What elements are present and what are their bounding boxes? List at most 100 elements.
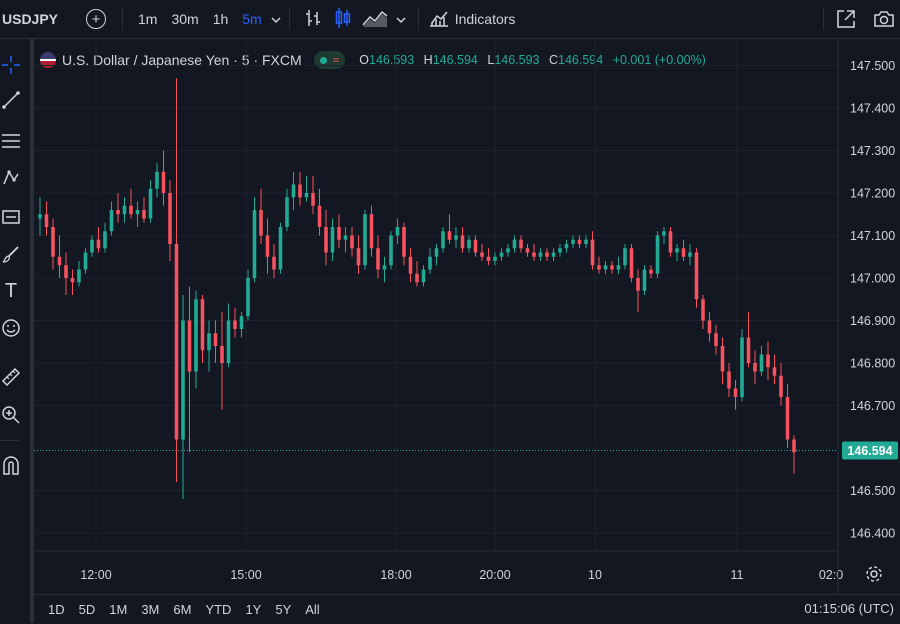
bar-chart-type-icon[interactable] — [304, 8, 322, 31]
interval-group: 1m 30m 1h 5m — [131, 0, 281, 38]
candle-body — [239, 316, 244, 329]
candle-body — [142, 210, 146, 219]
candle-body — [668, 231, 673, 253]
range-1d[interactable]: 1D — [48, 602, 65, 617]
pattern-tool-icon[interactable] — [0, 167, 22, 189]
chart-type-chevron-down-icon[interactable] — [396, 12, 406, 27]
symbol-search[interactable]: USDJPY — [2, 0, 68, 38]
candle-body — [135, 210, 140, 215]
candle-body — [246, 278, 250, 317]
candle-body — [83, 252, 88, 270]
indicators-button[interactable]: Indicators — [429, 0, 516, 38]
candle-body — [363, 214, 367, 266]
candle-body — [584, 239, 588, 244]
range-6m[interactable]: 6M — [173, 602, 191, 617]
range-5d[interactable]: 5D — [79, 602, 96, 617]
candle-body — [441, 231, 445, 249]
candle-body — [779, 375, 783, 397]
candle-body — [103, 231, 107, 249]
y-tick-label: 147.100 — [850, 229, 895, 243]
candle-body — [90, 239, 94, 253]
candle-body — [460, 235, 465, 249]
candle-body — [343, 235, 348, 240]
candles-chart-type-icon[interactable] — [334, 7, 352, 32]
candle-body — [38, 214, 42, 219]
forecast-tool-icon[interactable] — [0, 206, 22, 228]
candle-body — [194, 299, 198, 372]
candle-body — [642, 269, 647, 291]
bottom-toolbar: 1D 5D 1M 3M 6M YTD 1Y 5Y All 01:15:06 (U… — [34, 594, 900, 624]
candle-body — [525, 248, 530, 253]
candle-body — [44, 214, 49, 227]
zoom-in-icon[interactable] — [0, 404, 22, 426]
candle-body — [753, 363, 757, 372]
utc-clock[interactable]: 01:15:06 (UTC) — [804, 601, 894, 616]
candle-body — [376, 248, 380, 270]
candle-body — [304, 193, 309, 198]
area-chart-type-icon[interactable] — [362, 8, 388, 31]
interval-1h[interactable]: 1h — [213, 11, 229, 27]
divider — [417, 8, 419, 30]
ruler-icon[interactable] — [0, 366, 22, 388]
candle-body — [636, 278, 640, 291]
candle-body — [454, 235, 458, 240]
range-1y[interactable]: 1Y — [245, 602, 261, 617]
candle-body — [558, 248, 562, 253]
candle-body — [428, 256, 432, 270]
candle-body — [64, 265, 68, 278]
candle-body — [369, 214, 374, 249]
candle-body — [421, 269, 426, 283]
x-tick-label: 20:00 — [479, 568, 510, 582]
y-tick-label: 147.300 — [850, 144, 895, 158]
candle-body — [701, 299, 705, 321]
candle-body — [252, 210, 257, 278]
candle-body — [603, 265, 608, 270]
candle-body — [707, 320, 712, 334]
text-tool-icon[interactable]: T — [0, 280, 22, 302]
trend-line-icon[interactable] — [0, 89, 22, 111]
candle-body — [70, 278, 75, 283]
y-tick-label: 146.400 — [850, 527, 895, 541]
interval-5m[interactable]: 5m — [242, 11, 261, 27]
brush-icon[interactable] — [0, 243, 22, 265]
x-tick-label: 11 — [731, 568, 744, 582]
divider — [288, 8, 290, 30]
fib-retracement-icon[interactable] — [0, 130, 22, 152]
x-tick-label: 15:00 — [230, 568, 261, 582]
x-tick-label: 18:00 — [380, 568, 411, 582]
drawing-toolbar: T — [0, 39, 34, 623]
camera-icon[interactable] — [873, 9, 895, 32]
candle-body — [506, 248, 510, 253]
candle-body — [623, 248, 627, 266]
crosshair-icon[interactable] — [0, 54, 22, 76]
candle-body — [109, 210, 114, 232]
range-5y[interactable]: 5Y — [275, 602, 291, 617]
range-3m[interactable]: 3M — [141, 602, 159, 617]
candle-body — [597, 265, 601, 270]
candle-body — [532, 252, 536, 257]
candle-body — [311, 193, 315, 206]
interval-30m[interactable]: 30m — [171, 11, 198, 27]
candle-body — [213, 333, 218, 346]
candle-body — [616, 265, 621, 270]
range-1m[interactable]: 1M — [109, 602, 127, 617]
chart-settings-gear-icon[interactable] — [865, 565, 883, 586]
interval-chevron-down-icon[interactable] — [271, 12, 281, 27]
fullscreen-icon[interactable] — [836, 9, 856, 32]
candle-body — [174, 244, 179, 440]
candle-body — [415, 273, 419, 283]
price-chart[interactable]: 147.500 147.400 147.300 147.200 147.100 147.0… — [34, 40, 900, 594]
candle-body — [538, 252, 543, 257]
x-tick-label: 10 — [588, 568, 602, 582]
compare-add-icon[interactable]: + — [86, 9, 106, 29]
candle-body — [785, 397, 790, 440]
indicators-label: Indicators — [454, 11, 516, 27]
candle-body — [694, 252, 699, 300]
interval-1m[interactable]: 1m — [138, 11, 157, 27]
candle-body — [649, 269, 653, 274]
range-ytd[interactable]: YTD — [205, 602, 231, 617]
emoji-icon[interactable] — [0, 317, 22, 339]
magnet-icon[interactable] — [0, 455, 22, 477]
range-all[interactable]: All — [305, 602, 319, 617]
candle-body — [480, 252, 484, 257]
